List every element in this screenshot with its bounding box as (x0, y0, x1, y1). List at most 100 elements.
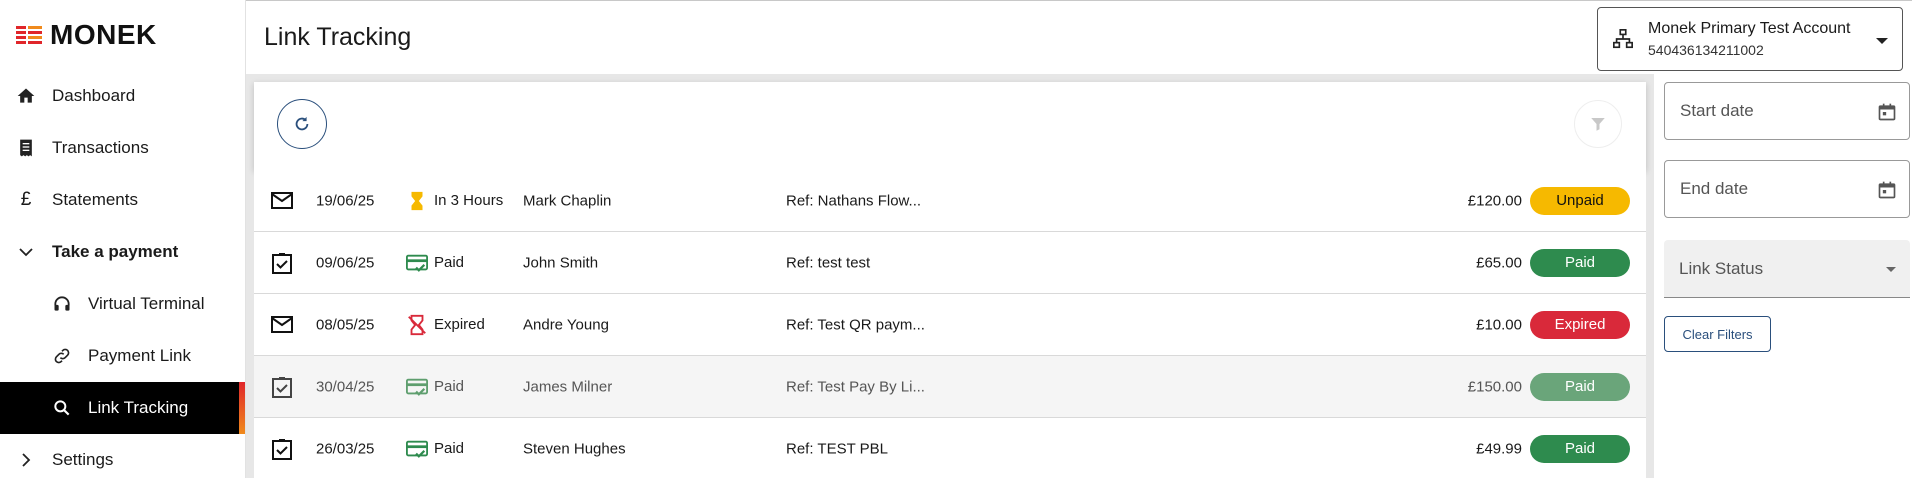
table-row[interactable]: 19/06/25 In 3 Hours Mark Chaplin Ref: Na… (254, 170, 1646, 232)
link-status-text: Paid (434, 378, 465, 395)
link-amount: £120.00 (1467, 192, 1522, 209)
sidebar-item-settings[interactable]: Settings (0, 434, 245, 478)
table-row[interactable]: 30/04/25 Paid James Milner Ref: Test Pay… (254, 356, 1646, 418)
org-chart-icon (1613, 29, 1633, 49)
sidebar: MONEK Dashboard Transactions £ Statement… (0, 0, 246, 478)
sidebar-item-link-tracking[interactable]: Link Tracking (0, 382, 245, 434)
calendar-icon[interactable] (1877, 180, 1897, 200)
top-header: Link Tracking Monek Primary Test Account… (246, 0, 1912, 74)
sidebar-item-label: Settings (52, 450, 114, 469)
refresh-button[interactable] (277, 99, 327, 149)
link-status-text: Expired (434, 316, 485, 333)
link-date: 08/05/25 (316, 316, 375, 333)
home-icon (16, 86, 36, 106)
start-date-input[interactable] (1680, 101, 1860, 121)
link-status: In 3 Hours (406, 190, 503, 212)
links-list: 19/06/25 In 3 Hours Mark Chaplin Ref: Na… (254, 170, 1646, 478)
search-list-icon (52, 398, 72, 418)
link-amount: £49.99 (1476, 440, 1522, 457)
mail-icon (271, 315, 293, 333)
link-amount: £150.00 (1467, 378, 1522, 395)
checklist-icon (272, 252, 292, 274)
end-date-input[interactable] (1680, 179, 1860, 199)
sidebar-item-virtual-terminal[interactable]: Virtual Terminal (0, 278, 245, 330)
table-row[interactable]: 09/06/25 Paid John Smith Ref: test test … (254, 232, 1646, 294)
status-badge: Paid (1530, 248, 1630, 277)
brand-name: MONEK (50, 19, 157, 50)
link-status-select[interactable]: Link Status (1664, 240, 1910, 298)
active-indicator (239, 382, 245, 434)
toolbar (254, 82, 1646, 170)
start-date-field[interactable] (1664, 82, 1910, 140)
sidebar-item-label: Dashboard (52, 86, 136, 105)
link-date: 19/06/25 (316, 192, 375, 209)
table-row[interactable]: 08/05/25 Expired Andre Young Ref: Test Q… (254, 294, 1646, 356)
brand-logo[interactable]: MONEK (0, 0, 245, 70)
link-date: 26/03/25 (316, 440, 375, 457)
sidebar-item-statements[interactable]: £ Statements (0, 174, 245, 226)
link-amount: £65.00 (1476, 254, 1522, 271)
link-date: 30/04/25 (316, 378, 375, 395)
sidebar-item-take-a-payment[interactable]: Take a payment (0, 226, 245, 278)
sidebar-item-label: Statements (52, 190, 138, 209)
sidebar-item-payment-link[interactable]: Payment Link (0, 330, 245, 382)
filter-icon (1591, 118, 1605, 131)
sidebar-item-label: Payment Link (88, 346, 191, 365)
account-selector[interactable]: Monek Primary Test Account 5404361342110… (1597, 7, 1903, 71)
filters-panel: Link Status Clear Filters (1654, 74, 1912, 478)
link-status: Paid (406, 376, 464, 398)
clear-filters-button[interactable]: Clear Filters (1664, 316, 1771, 352)
filter-button[interactable] (1574, 100, 1622, 148)
customer-name: Andre Young (523, 316, 609, 333)
link-reference: Ref: test test (786, 254, 871, 271)
monek-logo-icon (16, 26, 42, 44)
headset-icon (52, 294, 72, 314)
caret-down-icon (1876, 38, 1888, 44)
account-id: 540436134211002 (1648, 42, 1764, 58)
link-reference: Ref: Test QR paym... (786, 316, 925, 333)
card-check-icon (406, 378, 428, 396)
calendar-icon[interactable] (1877, 102, 1897, 122)
customer-name: James Milner (523, 378, 613, 395)
card-check-icon (406, 254, 428, 272)
chevron-right-icon (16, 450, 36, 470)
status-badge: Expired (1530, 310, 1630, 339)
status-badge: Paid (1530, 372, 1630, 401)
table-row[interactable]: 26/03/25 Paid Steven Hughes Ref: TEST PB… (254, 418, 1646, 478)
card-check-icon (406, 440, 428, 458)
sidebar-item-label: Link Tracking (88, 398, 189, 417)
link-status-text: Paid (434, 254, 465, 271)
sidebar-item-dashboard[interactable]: Dashboard (0, 70, 245, 122)
sidebar-item-transactions[interactable]: Transactions (0, 122, 245, 174)
customer-name: John Smith (523, 254, 599, 271)
link-date: 09/06/25 (316, 254, 375, 271)
mail-icon (271, 191, 293, 209)
customer-name: Steven Hughes (523, 440, 626, 457)
page-title: Link Tracking (264, 23, 412, 51)
hourglass-icon (411, 191, 423, 210)
link-status-text: In 3 Hours (434, 192, 504, 209)
link-status: Expired (406, 314, 485, 336)
link-status: Paid (406, 252, 464, 274)
end-date-field[interactable] (1664, 160, 1910, 218)
sidebar-item-label: Transactions (52, 138, 149, 157)
link-status-label: Link Status (1679, 258, 1764, 278)
hourglass-off-icon (408, 314, 426, 335)
checklist-icon (272, 376, 292, 398)
sidebar-item-label: Virtual Terminal (88, 294, 205, 313)
app: MONEK Dashboard Transactions £ Statement… (0, 0, 1912, 478)
status-badge: Paid (1530, 434, 1630, 463)
account-name: Monek Primary Test Account (1648, 20, 1851, 37)
link-status: Paid (406, 438, 464, 460)
link-reference: Ref: TEST PBL (786, 440, 888, 457)
refresh-icon (295, 116, 309, 131)
link-status-text: Paid (434, 440, 465, 457)
chevron-down-icon (16, 242, 36, 262)
link-icon (52, 346, 72, 366)
sidebar-item-label: Take a payment (52, 242, 179, 261)
link-reference: Ref: Nathans Flow... (786, 192, 922, 209)
checklist-icon (272, 438, 292, 460)
receipt-icon (16, 138, 36, 158)
link-amount: £10.00 (1476, 316, 1522, 333)
pound-icon: £ (20, 189, 32, 210)
